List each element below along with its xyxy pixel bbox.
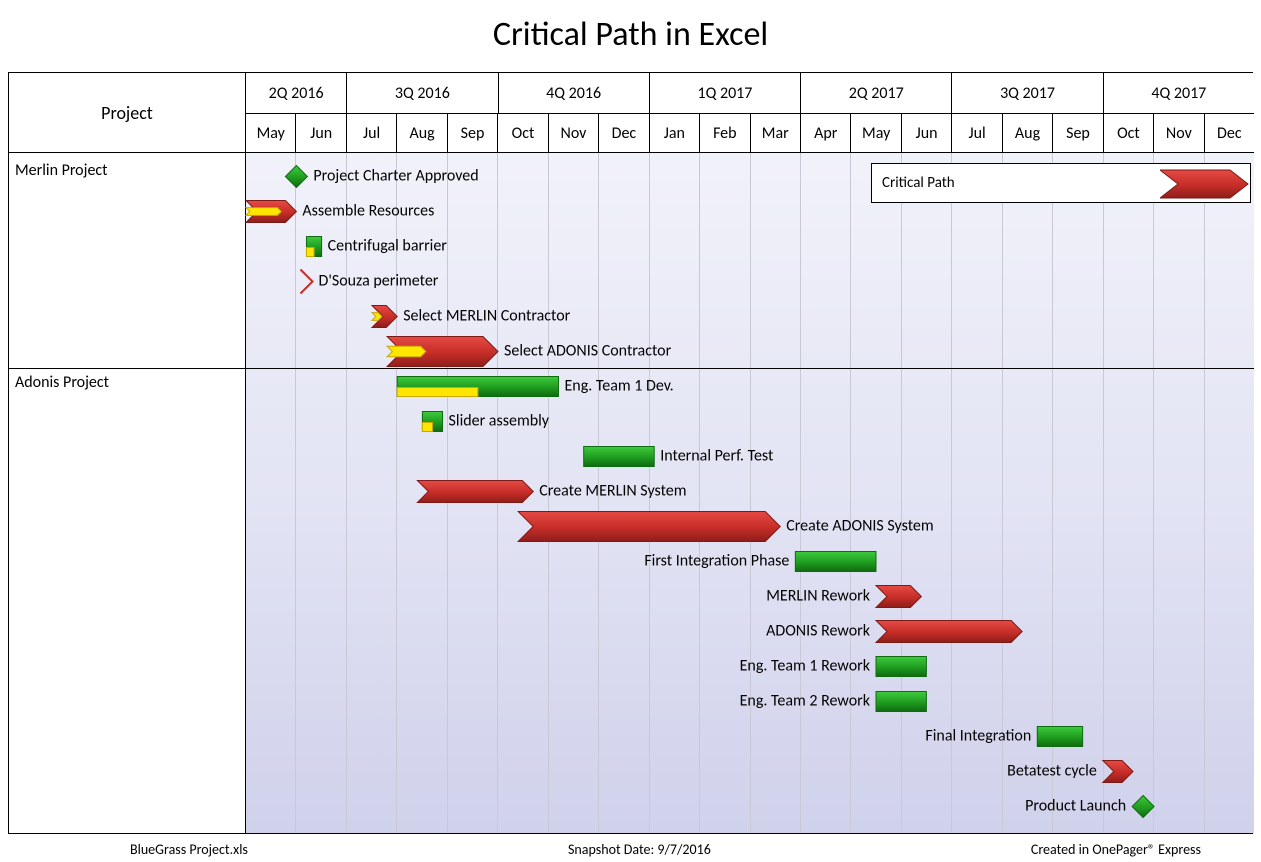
task-label: ADONIS Rework <box>766 621 871 640</box>
milestone-diamond <box>1132 796 1154 818</box>
month-cell: May <box>851 113 901 153</box>
critical-arrow <box>417 481 533 503</box>
time-area: 2Q 20163Q 20164Q 20161Q 20172Q 20173Q 20… <box>246 73 1254 833</box>
month-cell: Apr <box>801 113 851 153</box>
gantt-tasks: Project Charter Approved Assemble Resourc… <box>246 153 1254 833</box>
month-cell: Jul <box>347 113 397 153</box>
quarter-cell: 3Q 2017 <box>952 73 1103 113</box>
quarter-cell: 4Q 2016 <box>499 73 650 113</box>
critical-arrow <box>876 621 1022 643</box>
chart-title: Critical Path in Excel <box>0 0 1261 65</box>
task-bar <box>584 447 655 467</box>
critical-progress <box>246 208 281 216</box>
task-label: Product Launch <box>1025 796 1126 815</box>
quarter-row: 2Q 20163Q 20164Q 20161Q 20172Q 20173Q 20… <box>246 73 1254 114</box>
time-header: 2Q 20163Q 20164Q 20161Q 20172Q 20173Q 20… <box>246 73 1254 153</box>
legend-label: Critical Path <box>882 174 955 192</box>
task-label: Eng. Team 1 Dev. <box>564 376 673 395</box>
task-bar <box>795 552 876 572</box>
chart-footer: BlueGrass Project.xls Snapshot Date: 9/7… <box>0 841 1261 858</box>
month-cell: Aug <box>397 113 447 153</box>
chart-frame: Project Merlin Project Adonis Project 2Q… <box>8 72 1253 834</box>
task-label: Assemble Resources <box>302 201 434 220</box>
month-cell: Nov <box>549 113 599 153</box>
task-label: Eng. Team 2 Rework <box>740 691 871 710</box>
task-bar <box>1037 727 1082 747</box>
project-column-header: Project <box>9 73 245 153</box>
month-cell: Jul <box>952 113 1002 153</box>
quarter-cell: 2Q 2017 <box>801 73 952 113</box>
group-label-adonis: Adonis Project <box>15 373 109 392</box>
task-label: Betatest cycle <box>1007 761 1097 780</box>
task-progress <box>306 248 314 257</box>
month-cell: May <box>246 113 296 153</box>
month-cell: Dec <box>599 113 649 153</box>
critical-arrow <box>518 512 780 542</box>
task-label: Select MERLIN Contractor <box>403 306 570 325</box>
task-label: Create MERLIN System <box>539 481 686 500</box>
task-label: Select ADONIS Contractor <box>504 341 672 360</box>
month-cell: Feb <box>700 113 750 153</box>
month-cell: Dec <box>1205 113 1254 153</box>
milestone-chevron <box>300 270 312 294</box>
month-cell: Oct <box>1104 113 1154 153</box>
task-progress <box>397 388 478 397</box>
month-cell: Jan <box>650 113 700 153</box>
critical-arrow <box>876 586 921 608</box>
task-label: First Integration Phase <box>644 551 789 570</box>
task-label: Final Integration <box>925 726 1031 745</box>
milestone-diamond <box>285 166 307 188</box>
task-progress <box>422 423 432 432</box>
task-bar <box>876 657 926 677</box>
task-label: Eng. Team 1 Rework <box>740 656 871 675</box>
quarter-cell: 4Q 2017 <box>1104 73 1254 113</box>
month-row: MayJunJulAugSepOctNovDecJanFebMarAprMayJ… <box>246 113 1254 153</box>
task-label: D'Souza perimeter <box>318 271 438 290</box>
task-label: Create ADONIS System <box>786 516 933 535</box>
month-cell: Sep <box>1053 113 1103 153</box>
task-label: Internal Perf. Test <box>660 446 774 465</box>
task-label: Slider assembly <box>449 411 550 430</box>
month-cell: Oct <box>498 113 548 153</box>
legend: Critical Path <box>871 163 1251 203</box>
month-cell: Jun <box>296 113 346 153</box>
critical-progress <box>387 346 426 357</box>
month-cell: Aug <box>1003 113 1053 153</box>
group-label-merlin: Merlin Project <box>15 161 108 180</box>
quarter-cell: 3Q 2016 <box>347 73 498 113</box>
task-label: Project Charter Approved <box>313 166 478 185</box>
footer-credit: Created in OnePager® Express <box>1031 841 1201 858</box>
month-cell: Nov <box>1154 113 1204 153</box>
critical-arrow <box>1103 761 1133 783</box>
project-column: Project Merlin Project Adonis Project <box>9 73 246 833</box>
task-label: MERLIN Rework <box>766 586 870 605</box>
month-cell: Sep <box>448 113 498 153</box>
month-cell: Mar <box>751 113 801 153</box>
footer-file: BlueGrass Project.xls <box>130 841 248 858</box>
quarter-cell: 1Q 2017 <box>650 73 801 113</box>
footer-snapshot: Snapshot Date: 9/7/2016 <box>568 841 711 858</box>
task-label: Centrifugal barrier <box>328 236 448 255</box>
task-bar <box>876 692 926 712</box>
month-cell: Jun <box>902 113 952 153</box>
quarter-cell: 2Q 2016 <box>246 73 347 113</box>
